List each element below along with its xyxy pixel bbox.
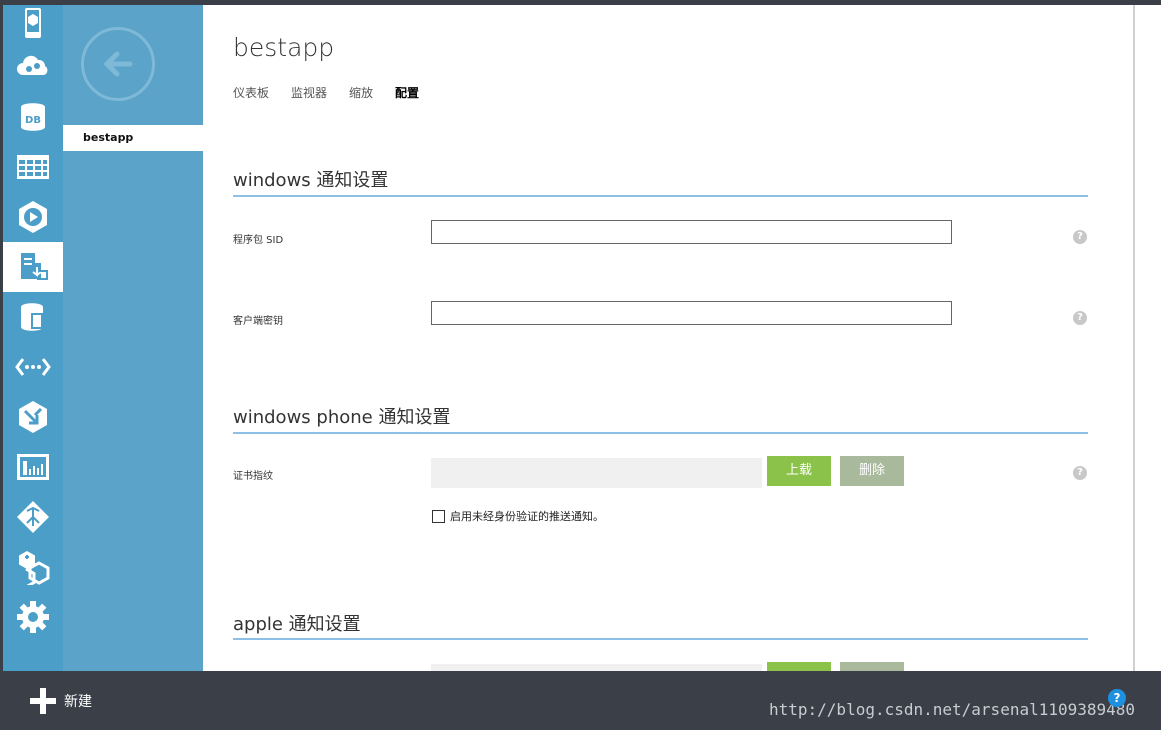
- web-dashboard-icon: [17, 454, 49, 480]
- api-management-icon: [15, 358, 51, 376]
- rail-item-sql[interactable]: [3, 292, 63, 342]
- apple-section-divider: [233, 638, 1088, 640]
- apple-cert-field: [431, 664, 762, 671]
- rail-item-network[interactable]: [3, 492, 63, 542]
- subnav-item-bestapp[interactable]: bestapp: [63, 125, 203, 151]
- unauth-push-checkbox[interactable]: [432, 509, 445, 523]
- windows-phone-section-divider: [233, 432, 1088, 434]
- main-content: bestapp 仪表板 监视器 缩放 配置 windows 通知设置 程序包 S…: [203, 5, 1161, 671]
- command-bar: 新建 http://blog.csdn.net/arsenal110938948…: [3, 671, 1161, 730]
- network-icon: [17, 501, 49, 533]
- new-button[interactable]: 新建: [30, 688, 92, 714]
- rail-item-hexagons[interactable]: [3, 542, 63, 592]
- table-storage-icon: [17, 155, 49, 179]
- watermark-text: http://blog.csdn.net/arsenal1109389480: [769, 700, 1136, 719]
- package-sid-label: 程序包 SID: [233, 235, 284, 246]
- package-sid-input[interactable]: [431, 220, 952, 244]
- help-icon[interactable]: ?: [1108, 689, 1126, 707]
- database-icon: DB: [21, 103, 45, 131]
- windows-phone-section-title: windows phone 通知设置: [233, 407, 451, 428]
- cert-thumbprint-label: 证书指纹: [233, 471, 273, 482]
- apple-delete-button[interactable]: [840, 662, 904, 671]
- page-title: bestapp: [233, 33, 335, 62]
- client-secret-label: 客户端密钥: [233, 316, 283, 327]
- svg-text:DB: DB: [25, 115, 41, 126]
- rail-item-media[interactable]: [3, 192, 63, 242]
- rail-item-settings[interactable]: [3, 592, 63, 642]
- cloud-service-icon: [17, 55, 48, 75]
- apple-section-title: apple 通知设置: [233, 614, 361, 635]
- service-rail: DB: [3, 5, 63, 671]
- mobile-services-active-icon: [21, 253, 48, 280]
- tab-configure[interactable]: 配置: [395, 84, 419, 101]
- new-button-label: 新建: [64, 694, 92, 710]
- scrollbar[interactable]: [1133, 5, 1135, 671]
- rail-item-cloud-services[interactable]: [3, 42, 63, 92]
- rail-item-table-storage[interactable]: [3, 142, 63, 192]
- tab-scale[interactable]: 缩放: [349, 84, 373, 101]
- tab-dashboard[interactable]: 仪表板: [233, 84, 269, 101]
- rail-item-mobile-services[interactable]: [3, 242, 63, 292]
- tab-bar: 仪表板 监视器 缩放 配置: [233, 84, 419, 101]
- unauth-push-row[interactable]: 启用未经身份验证的推送通知。: [432, 508, 604, 524]
- rail-item-cache[interactable]: [3, 392, 63, 442]
- delete-button[interactable]: 删除: [840, 456, 904, 486]
- rail-item-database[interactable]: DB: [3, 92, 63, 142]
- client-secret-input[interactable]: [431, 301, 952, 325]
- unauth-push-label: 启用未经身份验证的推送通知。: [450, 510, 604, 523]
- hexagons-icon: [19, 551, 50, 585]
- windows-section-divider: [233, 195, 1088, 197]
- plus-icon: [30, 688, 56, 714]
- cert-thumbprint-help-icon[interactable]: ?: [1073, 466, 1087, 480]
- cert-thumbprint-field: [431, 458, 762, 488]
- back-button[interactable]: [81, 27, 155, 101]
- settings-icon: [17, 601, 49, 633]
- apple-upload-button[interactable]: [767, 662, 831, 671]
- package-sid-help-icon[interactable]: ?: [1073, 230, 1087, 244]
- secondary-nav: bestapp: [63, 5, 203, 671]
- media-services-icon: [19, 201, 47, 233]
- sql-database-icon: [21, 303, 43, 331]
- upload-button[interactable]: 上载: [767, 456, 831, 486]
- cache-icon: [19, 401, 47, 433]
- rail-item-web-dashboard[interactable]: [3, 442, 63, 492]
- tab-monitor[interactable]: 监视器: [291, 84, 327, 101]
- back-arrow-icon: [103, 51, 133, 77]
- windows-section-title: windows 通知设置: [233, 170, 389, 191]
- mobile-service-icon: [25, 8, 41, 38]
- client-secret-help-icon[interactable]: ?: [1073, 311, 1087, 325]
- rail-item-api[interactable]: [3, 342, 63, 392]
